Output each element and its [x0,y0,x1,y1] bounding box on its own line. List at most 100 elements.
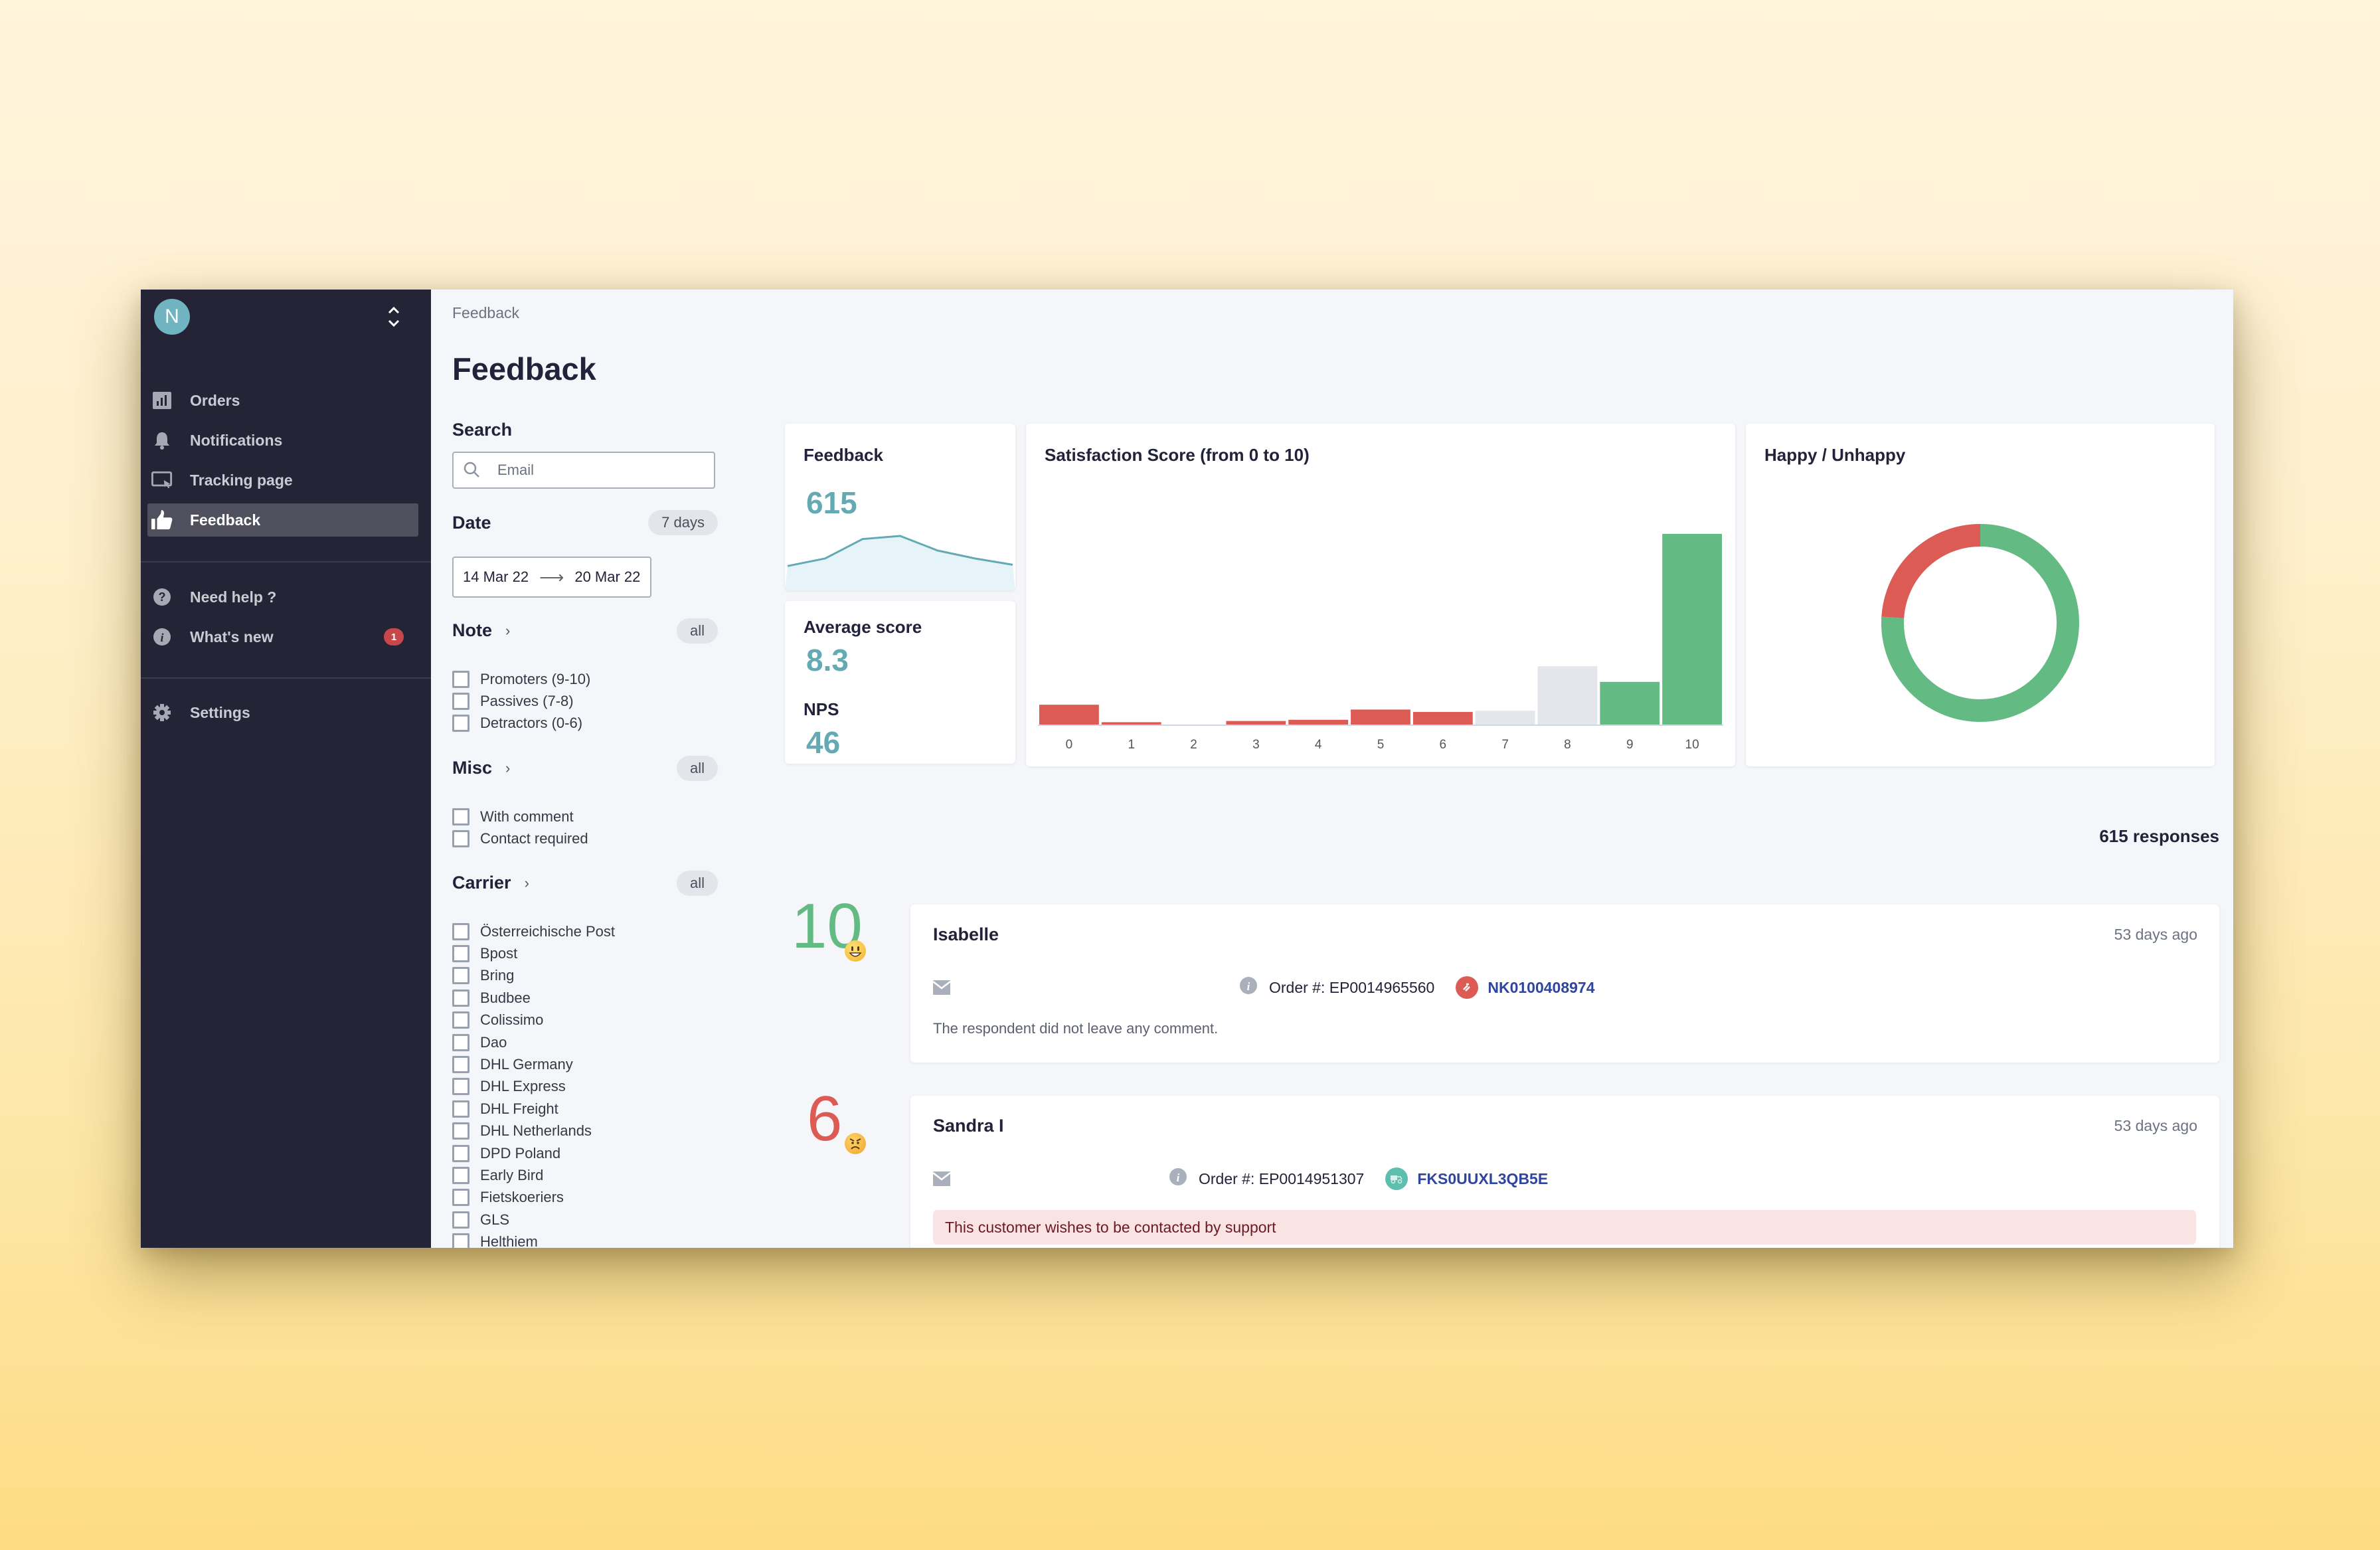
checkbox[interactable] [452,1078,469,1096]
feedback-item[interactable]: Isabelle 53 days ago i Order #: EP001496… [910,904,2219,1063]
carrier-option[interactable]: GLS [452,1209,509,1231]
misc-all-pill[interactable]: all [676,756,718,781]
question-icon: ? [151,586,173,608]
x-tick-label: 1 [1128,738,1135,752]
sidebar-item-settings[interactable]: Settings [147,696,418,729]
carrier-option[interactable]: DPD Poland [452,1142,560,1164]
note-option[interactable]: Detractors (0-6) [452,713,582,734]
checkbox[interactable] [452,692,469,710]
carrier-option[interactable]: Early Bird [452,1164,543,1186]
checkbox[interactable] [452,1033,469,1051]
checkbox[interactable] [452,808,469,825]
feedback-item[interactable]: Sandra I 53 days ago i Order #: EP001495… [910,1096,2219,1248]
carrier-option[interactable]: Colissimo [452,1009,543,1031]
tracking-link[interactable]: FKS0UUXL3QB5E [1385,1167,1548,1190]
search-input[interactable] [496,461,698,479]
note-option[interactable]: Passives (7-8) [452,690,574,712]
carrier-option[interactable]: Bring [452,965,514,987]
checkbox[interactable] [452,1122,469,1140]
card-title: Feedback [804,445,883,465]
breadcrumb[interactable]: Feedback [452,304,519,322]
satisfaction-bar-chart: 0 1 2 3 4 5 6 7 8 9 10 [1038,533,1723,752]
carrier-option[interactable]: DHL Express [452,1076,566,1098]
thumbs-up-icon [151,509,173,531]
carrier-option[interactable]: Österreichische Post [452,920,615,942]
x-tick-label: 9 [1626,738,1634,752]
tracking-page-icon [151,470,173,491]
carrier-option[interactable]: Dao [452,1031,507,1053]
checkbox[interactable] [452,1055,469,1073]
sidebar-item-tracking-page[interactable]: Tracking page [147,464,418,497]
x-tick-label: 5 [1377,738,1385,752]
time-ago: 53 days ago [2114,1117,2197,1134]
email-icon[interactable] [932,1171,951,1189]
chevron-right-icon: › [505,759,511,776]
note-all-pill[interactable]: all [676,618,718,644]
checkbox[interactable] [452,1144,469,1162]
checkbox[interactable] [452,1166,469,1184]
note-filter-toggle[interactable]: Note › [452,620,510,641]
checkbox-label: DHL Netherlands [480,1122,592,1140]
x-tick-label: 6 [1440,738,1447,752]
checkbox[interactable] [452,1211,469,1229]
sidebar-item-need-help[interactable]: ? Need help ? [147,580,418,614]
order-info: i Order #: EP0014951307 FKS0UUXL3QB5E [1169,1167,1548,1190]
checkbox[interactable] [452,1233,469,1248]
email-icon[interactable] [932,980,951,998]
carrier-option[interactable]: Helthiem [452,1231,538,1248]
search-field[interactable] [452,452,715,489]
date-range-pill[interactable]: 7 days [648,510,718,535]
checkbox[interactable] [452,829,469,847]
carrier-all-pill[interactable]: all [676,871,718,896]
happy-unhappy-donut-chart [1881,524,2079,722]
misc-filter-toggle[interactable]: Misc › [452,758,510,778]
checkbox-label: Bring [480,967,515,984]
checkbox-label: DHL Germany [480,1055,573,1073]
notification-badge: 1 [384,628,404,646]
checkbox-label: Budbee [480,989,531,1006]
avatar[interactable]: N [154,299,190,335]
misc-option[interactable]: Contact required [452,827,588,849]
score-value: 6 [807,1083,843,1154]
carrier-option[interactable]: DHL Germany [452,1053,573,1075]
time-ago: 53 days ago [2114,926,2197,943]
feedback-count-value: 615 [806,485,857,520]
checkbox[interactable] [452,967,469,985]
sidebar-item-orders[interactable]: Orders [147,384,418,417]
responses-count: 615 responses [2099,826,2219,846]
contact-required-alert: This customer wishes to be contacted by … [933,1210,2196,1245]
sidebar-item-label: What's new [190,628,274,646]
checkbox[interactable] [452,715,469,732]
carrier-option[interactable]: Fietskoeriers [452,1187,564,1209]
checkbox[interactable] [452,989,469,1007]
bar-score-9 [1600,681,1660,725]
checkbox[interactable] [452,670,469,688]
checkbox[interactable] [452,922,469,940]
date-range-picker[interactable]: 14 Mar 22 ⟶ 20 Mar 22 [452,557,651,598]
sidebar-item-whats-new[interactable]: i What's new 1 [147,620,418,653]
org-switcher-chevrons-icon[interactable] [384,301,404,332]
carrier-filter-toggle[interactable]: Carrier › [452,873,529,893]
nps-label: NPS [804,699,839,719]
carrier-option[interactable]: Budbee [452,987,531,1009]
checkbox[interactable] [452,1011,469,1029]
arrow-right-icon: ⟶ [539,566,564,587]
bar-score-8 [1537,666,1598,725]
carrier-option[interactable]: DHL Netherlands [452,1120,592,1142]
checkbox-label: Early Bird [480,1166,544,1183]
note-option[interactable]: Promoters (9-10) [452,668,590,690]
checkbox[interactable] [452,1100,469,1118]
checkbox-label: Passives (7-8) [480,692,574,709]
sidebar-item-feedback[interactable]: Feedback [147,503,418,537]
misc-option[interactable]: With comment [452,806,574,827]
date-label: Date [452,513,491,533]
sidebar-divider [141,561,431,562]
checkbox[interactable] [452,1189,469,1207]
carrier-option[interactable]: DHL Freight [452,1098,558,1120]
chevron-right-icon: › [505,622,511,639]
tracking-link[interactable]: NK0100408974 [1456,976,1595,999]
sidebar-item-notifications[interactable]: Notifications [147,424,418,457]
carrier-option[interactable]: Bpost [452,942,517,964]
svg-text:i: i [160,631,163,644]
checkbox[interactable] [452,944,469,962]
